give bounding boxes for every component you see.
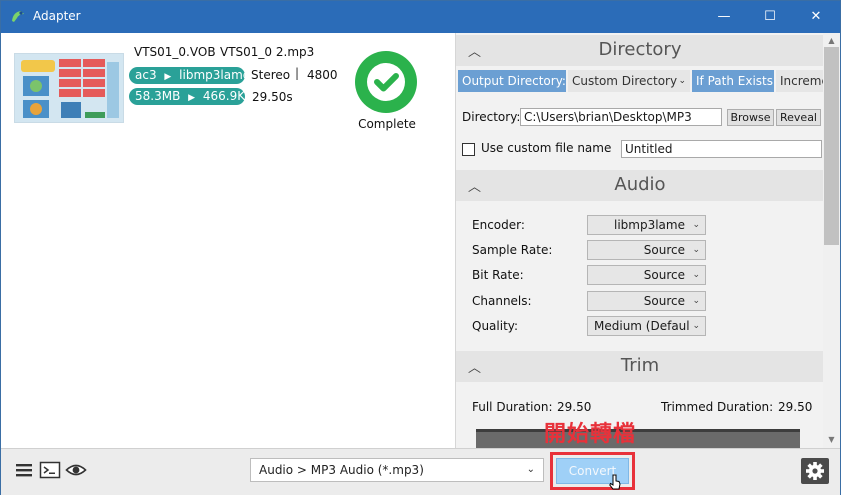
trimmed-duration-value: 29.50 xyxy=(778,400,813,414)
source-filename: VTS01_0.VOB xyxy=(134,45,216,59)
trimmed-duration-label: Trimmed Duration: xyxy=(661,400,774,414)
encoder-select[interactable]: libmp3lame ⌄ xyxy=(587,215,706,235)
sample-rate-select-value: Source xyxy=(643,243,685,257)
audio-section-header[interactable]: ︿ Audio xyxy=(456,170,824,201)
full-duration-label: Full Duration: xyxy=(472,400,553,414)
bit-rate-select[interactable]: Source ⌄ xyxy=(587,265,706,285)
settings-button[interactable] xyxy=(801,458,829,484)
app-logo-icon xyxy=(12,11,24,22)
chevron-down-icon: ⌄ xyxy=(692,296,700,306)
sample-rate-value: 4800 xyxy=(307,68,338,82)
channels-select[interactable]: Source ⌄ xyxy=(587,291,706,311)
sample-rate-select[interactable]: Source ⌄ xyxy=(587,240,706,260)
eye-icon[interactable] xyxy=(65,460,87,480)
close-button[interactable]: ✕ xyxy=(793,1,839,33)
output-format-select[interactable]: Audio > MP3 Audio (*.mp3) ⌄ xyxy=(250,458,544,482)
maximize-button[interactable]: ☐ xyxy=(747,1,793,33)
play-arrow-icon: ▶ xyxy=(164,72,172,82)
output-directory-label: Output Directory: xyxy=(458,70,566,92)
scrollbar-thumb[interactable] xyxy=(824,47,839,245)
channels-value: Stereo xyxy=(251,68,291,82)
output-format-value: Audio > MP3 Audio (*.mp3) xyxy=(259,463,424,477)
codec-to: libmp3lame xyxy=(179,68,251,82)
encoder-value: libmp3lame xyxy=(614,218,685,232)
directory-section-header[interactable]: ︿ Directory xyxy=(456,35,823,66)
chevron-down-icon: ⌄ xyxy=(678,76,686,86)
bit-rate-label: Bit Rate: xyxy=(472,268,524,282)
title-bar: Adapter — ☐ ✕ xyxy=(1,1,840,33)
app-window: Adapter — ☐ ✕ VTS01_0.VOB VTS01_0 2.mp3 … xyxy=(0,0,841,495)
video-thumbnail xyxy=(14,53,124,123)
annotation-text: 開始轉檔 xyxy=(544,422,637,447)
chevron-down-icon: ⌄ xyxy=(692,220,700,230)
trim-section-header[interactable]: ︿ Trim xyxy=(456,351,824,382)
output-directory-value: Custom Directory xyxy=(572,74,678,88)
status-label: Complete xyxy=(358,117,416,131)
duration-value: 29.50s xyxy=(252,90,293,104)
mouse-cursor-icon xyxy=(609,474,621,490)
terminal-icon[interactable] xyxy=(39,460,61,480)
sample-rate-label: Sample Rate: xyxy=(472,243,553,257)
reveal-button[interactable]: Reveal xyxy=(776,109,821,126)
play-arrow-icon: ▶ xyxy=(188,93,196,103)
list-icon[interactable] xyxy=(13,460,35,480)
channels-label: Channels: xyxy=(472,294,532,308)
directory-label: Directory: xyxy=(462,110,521,124)
if-path-exists-select[interactable]: Increme xyxy=(776,70,823,92)
chevron-down-icon: ⌄ xyxy=(526,464,535,475)
complete-status-icon xyxy=(355,51,417,113)
trim-waveform[interactable] xyxy=(476,429,800,448)
size-pill: 58.3MB ▶ 466.9KB xyxy=(129,88,253,105)
bit-rate-value: Source xyxy=(643,268,685,282)
size-to: 466.9KB xyxy=(202,89,254,103)
meta-separator: | xyxy=(295,66,300,80)
gear-icon xyxy=(806,462,824,480)
window-title: Adapter xyxy=(33,9,81,23)
if-path-exists-label: If Path Exists: xyxy=(692,70,774,92)
directory-input[interactable]: C:\Users\brian\Desktop\MP3 xyxy=(520,108,722,126)
output-directory-select[interactable]: Custom Directory ⌄ xyxy=(568,70,690,92)
custom-filename-input[interactable]: Untitled xyxy=(621,140,822,158)
scroll-up-icon[interactable]: ▲ xyxy=(823,34,840,48)
custom-filename-checkbox[interactable] xyxy=(462,143,475,156)
scroll-down-icon[interactable]: ▼ xyxy=(823,433,840,447)
chevron-down-icon: ⌄ xyxy=(692,270,700,280)
quality-label: Quality: xyxy=(472,319,519,333)
chevron-down-icon: ⌄ xyxy=(692,321,700,331)
chevron-down-icon: ⌄ xyxy=(692,245,700,255)
minimize-button[interactable]: — xyxy=(701,1,747,33)
quality-select[interactable]: Medium (Defaul ⌄ xyxy=(587,316,706,336)
codec-from: ac3 xyxy=(135,68,157,82)
custom-filename-label: Use custom file name xyxy=(481,141,612,155)
full-duration-value: 29.50 xyxy=(557,400,592,414)
checkmark-icon xyxy=(367,63,405,101)
channels-select-value: Source xyxy=(643,294,685,308)
trim-section-title: Trim xyxy=(620,355,660,376)
size-from: 58.3MB xyxy=(135,89,181,103)
encoder-label: Encoder: xyxy=(472,218,525,232)
codec-pill: ac3 ▶ libmp3lame xyxy=(129,67,250,84)
directory-section-title: Directory xyxy=(598,39,682,60)
audio-section-title: Audio xyxy=(614,174,666,195)
output-filename: VTS01_0 2.mp3 xyxy=(220,45,315,59)
browse-button[interactable]: Browse xyxy=(727,109,774,126)
quality-value: Medium (Defaul xyxy=(594,319,690,333)
